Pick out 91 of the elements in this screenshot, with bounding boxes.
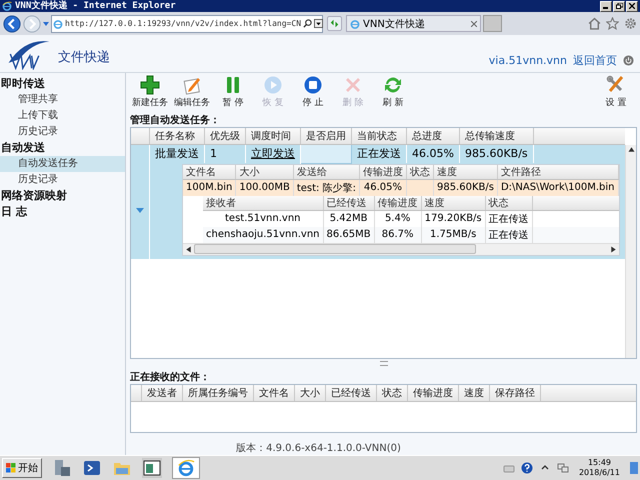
close-icon [629, 3, 635, 9]
section-title: 正在接收的文件： [130, 370, 211, 384]
home-icon[interactable] [588, 17, 601, 30]
sidebar-item[interactable]: 自动发送任务 [0, 156, 125, 172]
close-icon[interactable] [471, 20, 477, 26]
settings-icon[interactable] [624, 17, 637, 30]
header-cell [131, 128, 150, 144]
taskbar-button[interactable] [172, 457, 200, 479]
star-icon[interactable] [606, 17, 619, 30]
column-header: 状态 [485, 196, 532, 210]
column-header: 文件名 [183, 164, 236, 180]
column-header: 文件路径 [497, 164, 618, 180]
wrench-icon [606, 74, 626, 95]
table-row[interactable]: 批量发送 1 立即发送 正在发送 46.05% 985.60KB/s [131, 144, 625, 164]
sidebar-item[interactable]: 历史记录 [0, 124, 125, 140]
scrollbar[interactable] [625, 144, 636, 358]
column-header: 大小 [294, 384, 326, 402]
column-header: 发送给 [293, 164, 360, 180]
column-header: 状态 [376, 384, 408, 402]
minimize-button[interactable] [600, 0, 612, 12]
column-header: 文件名 [254, 384, 294, 402]
address-field[interactable]: http://127.0.0.1:19293/vnn/v2v/index.html?lang=CN [51, 14, 323, 32]
terminal-icon[interactable] [82, 458, 102, 478]
left-arrow-icon[interactable] [184, 244, 193, 254]
column-header: 速度 [458, 384, 490, 402]
column-header: 状态 [406, 164, 434, 180]
pause-button[interactable]: 暂 停 [214, 74, 252, 109]
page-icon [350, 18, 360, 28]
window-icon[interactable] [142, 458, 162, 478]
restore-icon [616, 3, 622, 9]
settings-button[interactable]: 设 置 [597, 74, 635, 109]
right-arrow-icon[interactable] [608, 244, 618, 254]
network-icon[interactable] [556, 462, 569, 474]
column-header: 传输进度 [408, 384, 458, 402]
site-title: 文件快递 [58, 48, 110, 66]
sidebar-item[interactable]: 上传下载 [0, 108, 125, 124]
refresh-button[interactable]: 刷 新 [374, 74, 412, 109]
refresh-icon [383, 74, 403, 95]
column-header: 传输进度 [359, 164, 406, 180]
header-link[interactable]: 返回首页 [573, 53, 617, 68]
header-link[interactable]: via.51vnn.vnn [488, 54, 567, 67]
up-arrow-icon[interactable] [627, 144, 636, 154]
column-header: 大小 [236, 164, 294, 180]
column-header: 传输进度 [374, 196, 422, 210]
plus-icon [140, 74, 160, 95]
column-header: 已经传送 [326, 384, 376, 402]
column-header: 速度 [421, 196, 486, 210]
close-button[interactable] [626, 0, 638, 12]
window-title: VNN文件快递 - Internet Explorer [15, 0, 177, 12]
dropdown-icon[interactable] [314, 19, 324, 28]
browser-tab[interactable]: VNN文件快递 [346, 15, 481, 32]
expand-arrow-icon[interactable] [136, 208, 144, 214]
column-header: 所属任务编号 [182, 384, 254, 402]
sidebar-group[interactable]: 即时传送 [0, 76, 45, 92]
column-header: 总传输速度 [459, 128, 534, 144]
sidebar-group[interactable]: 网络资源映射 [0, 188, 67, 204]
scrollbar[interactable] [183, 242, 618, 255]
version-text: 版本：4.9.0.6-x64-1.1.0.0-VNN(0) [235, 442, 402, 455]
edit-button[interactable]: 编辑任务 [172, 74, 212, 109]
column-header: 是否启用 [300, 128, 352, 144]
sidebar-group[interactable]: 自动发送 [0, 140, 45, 156]
column-header: 优先级 [204, 128, 246, 144]
back-button[interactable] [3, 14, 21, 32]
column-header: 已经传送 [323, 196, 374, 210]
play-icon [263, 74, 283, 95]
column-header: 当前状态 [352, 128, 406, 144]
start-button[interactable]: 开始 [2, 458, 42, 478]
search-icon[interactable] [303, 19, 312, 28]
sidebar-group[interactable]: 日 志 [0, 204, 27, 220]
restore-button[interactable] [613, 0, 625, 12]
column-header: 接收者 [203, 196, 324, 210]
page-icon [53, 18, 63, 28]
column-header: 任务名称 [150, 128, 204, 144]
browser-icon [2, 1, 12, 11]
stop-icon [303, 74, 323, 95]
add-button[interactable]: 新建任务 [130, 74, 170, 109]
clock[interactable]: 15:49 2018/6/11 [578, 458, 620, 478]
sidebar-item[interactable]: 管理共享 [0, 92, 125, 108]
power-icon[interactable] [623, 55, 634, 66]
column-header: 速度 [433, 164, 498, 180]
column-header: 调度时间 [246, 128, 300, 144]
section-title: 管理自动发送任务： [130, 114, 221, 127]
browser-icon [177, 459, 195, 477]
server-icon[interactable] [52, 458, 72, 478]
column-header: 发送者 [142, 384, 182, 402]
column-header: 保存路径 [490, 384, 540, 402]
windows-logo-icon [6, 463, 16, 473]
help-icon[interactable] [520, 462, 533, 474]
stop-button[interactable]: 停 止 [294, 74, 332, 109]
column-header: 总进度 [406, 128, 460, 144]
sidebar-item[interactable]: 历史记录 [0, 172, 125, 188]
